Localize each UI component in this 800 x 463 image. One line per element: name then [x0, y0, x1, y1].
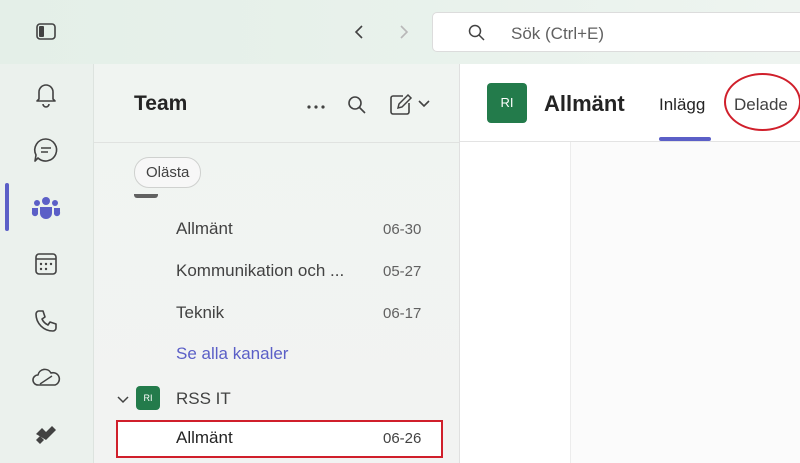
team-avatar: RI [136, 386, 160, 410]
bell-icon[interactable] [30, 78, 62, 110]
search-box[interactable]: Sök (Ctrl+E) [432, 12, 800, 52]
sidebar-toggle-icon[interactable] [34, 22, 58, 42]
planner-icon[interactable] [30, 418, 62, 450]
teams-icon[interactable] [30, 191, 62, 223]
channel-date: 06-26 [383, 430, 422, 447]
search-icon[interactable] [345, 93, 369, 117]
unread-filter-chip[interactable]: Olästa [134, 157, 202, 188]
team-row[interactable] [134, 194, 434, 200]
message-pane [570, 142, 800, 463]
chevron-down-icon[interactable] [116, 392, 130, 406]
search-icon [467, 23, 487, 43]
channel-date: 06-17 [383, 305, 422, 322]
team-avatar [134, 194, 158, 198]
panel-title: Team [134, 92, 188, 115]
chat-icon[interactable] [30, 134, 62, 166]
see-all-channels-link[interactable]: Se alla kanaler [176, 344, 288, 364]
highlight-ellipse [724, 73, 800, 131]
channel-content [460, 142, 800, 463]
chevron-left-icon[interactable] [348, 20, 372, 44]
channel-date: 06-30 [383, 221, 422, 238]
onedrive-icon[interactable] [30, 362, 62, 394]
team-name: RSS IT [176, 389, 231, 408]
team-list: Allmänt 06-30 Kommunikation och ... 05-2… [94, 194, 459, 463]
app-rail [0, 64, 94, 463]
channel-item[interactable]: Allmänt 06-30 [94, 210, 459, 248]
tab-posts[interactable]: Inlägg [659, 95, 705, 115]
channel-name: Allmänt [176, 428, 233, 447]
calendar-icon[interactable] [30, 248, 62, 280]
title-bar: Sök (Ctrl+E) [0, 0, 800, 64]
phone-icon[interactable] [30, 305, 62, 337]
team-row-rss-it[interactable]: RI RSS IT [94, 380, 459, 418]
teams-panel: Team Olästa Allmänt 06-30 Kommunikation … [94, 64, 460, 463]
channel-date: 05-27 [383, 263, 422, 280]
channel-avatar: RI [487, 83, 527, 123]
compose-icon[interactable] [387, 92, 435, 118]
active-tab-indicator [659, 137, 711, 141]
channel-title: Allmänt [544, 91, 625, 116]
search-placeholder[interactable]: Sök (Ctrl+E) [511, 24, 604, 44]
channel-item-selected[interactable]: Allmänt 06-26 [94, 419, 459, 457]
channel-item[interactable]: Teknik 06-17 [94, 294, 459, 332]
panel-divider [94, 142, 459, 143]
chevron-right-icon[interactable] [391, 20, 415, 44]
channel-name: Kommunikation och ... [176, 261, 345, 280]
more-options-icon[interactable] [304, 95, 328, 119]
channel-item[interactable]: Kommunikation och ... 05-27 [94, 252, 459, 290]
channel-name: Teknik [176, 303, 225, 322]
active-indicator [5, 183, 9, 231]
channel-name: Allmänt [176, 219, 233, 238]
